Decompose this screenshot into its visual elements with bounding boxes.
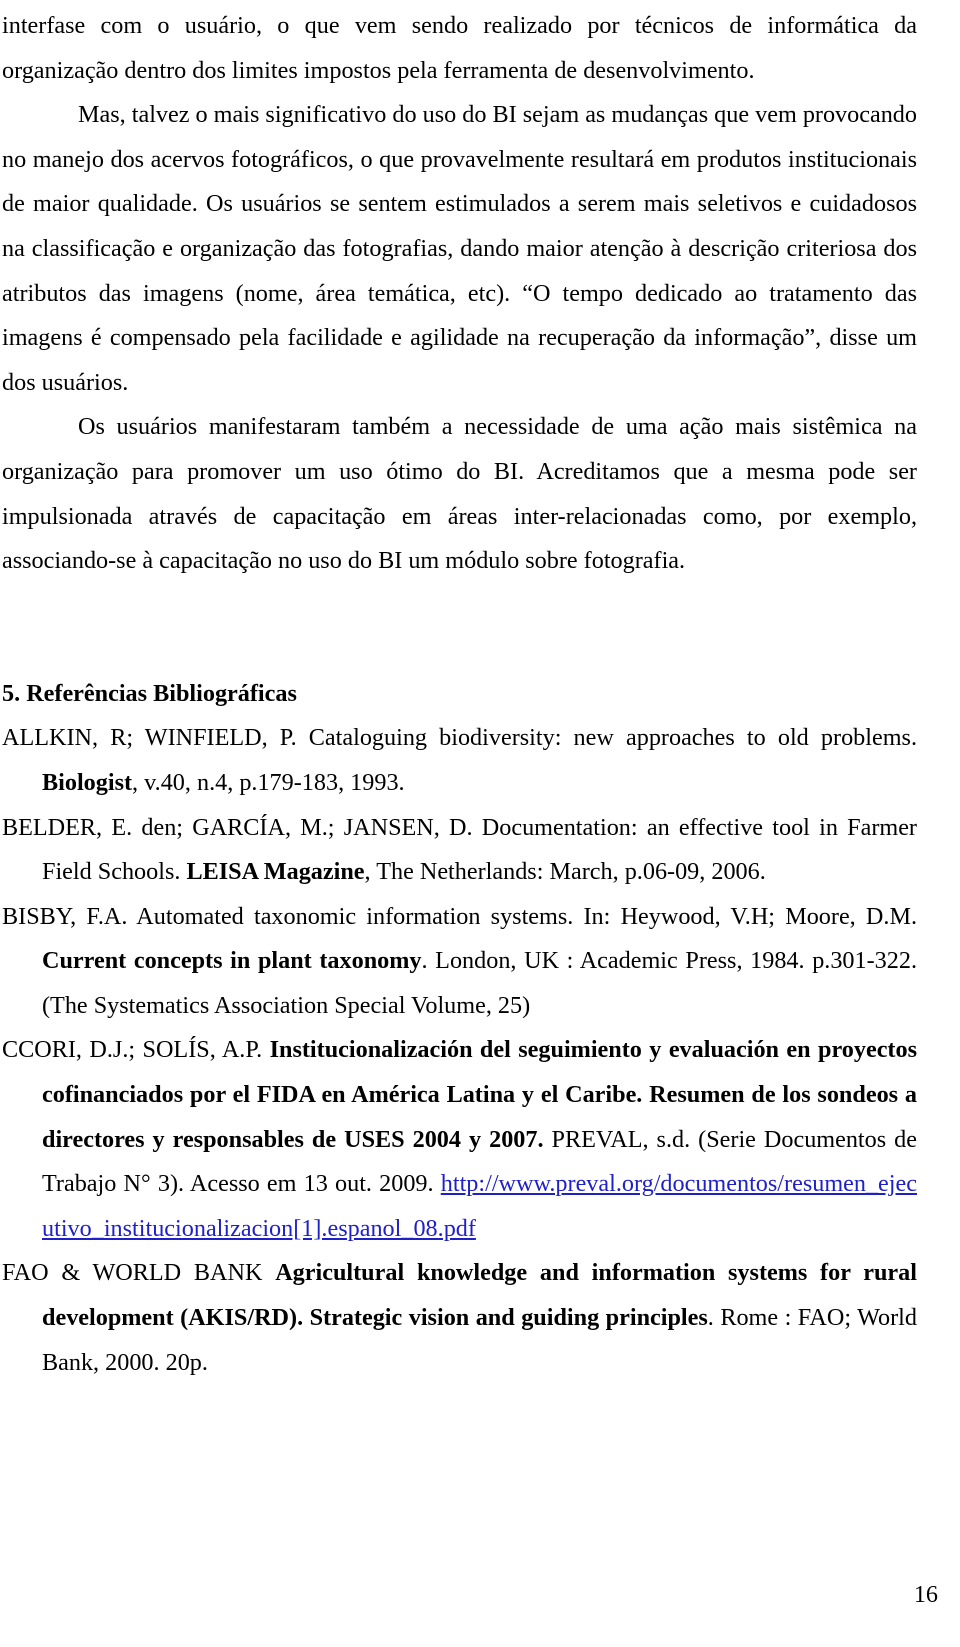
reference-text-segment: FAO & WORLD BANK bbox=[2, 1259, 276, 1287]
paragraph-mas-talvez: Mas, talvez o mais significativo do uso … bbox=[2, 101, 917, 396]
paragraph-interfase: interfase com o usuário, o que vem sendo… bbox=[2, 12, 917, 84]
document-page: interfase com o usuário, o que vem sendo… bbox=[0, 0, 960, 1647]
reference-title-bold: Current concepts in plant taxonomy bbox=[42, 947, 422, 975]
reference-text-segment: , The Netherlands: March, p.06-09, 2006. bbox=[364, 858, 766, 886]
paragraph-os-usuarios: Os usuários manifestaram também a necess… bbox=[2, 413, 917, 575]
references-section-heading: 5. Referências Bibliográficas bbox=[2, 679, 297, 707]
reference-entry-belder: BELDER, E. den; GARCÍA, M.; JANSEN, D. D… bbox=[2, 806, 917, 895]
reference-text-segment: ALLKIN, R; WINFIELD, P. Cataloguing biod… bbox=[2, 724, 917, 752]
reference-text-segment: CCORI, D.J.; SOLÍS, A.P. bbox=[2, 1036, 270, 1064]
reference-title-bold: Biologist bbox=[42, 768, 133, 796]
reference-entry-fao-worldbank: FAO & WORLD BANK Agricultural knowledge … bbox=[2, 1251, 917, 1385]
reference-entry-bisby: BISBY, F.A. Automated taxonomic informat… bbox=[2, 895, 917, 1029]
reference-title-bold: LEISA Magazine bbox=[186, 858, 365, 886]
reference-text-segment: , v.40, n.4, p.179-183, 1993. bbox=[132, 768, 405, 796]
reference-text-segment: BISBY, F.A. Automated taxonomic informat… bbox=[2, 902, 917, 930]
reference-entry-ccori: CCORI, D.J.; SOLÍS, A.P. Institucionaliz… bbox=[2, 1028, 917, 1251]
reference-entry-allkin: ALLKIN, R; WINFIELD, P. Cataloguing biod… bbox=[2, 716, 917, 805]
page-number: 16 bbox=[913, 1581, 938, 1608]
text-column: interfase com o usuário, o que vem sendo… bbox=[2, 0, 917, 1385]
